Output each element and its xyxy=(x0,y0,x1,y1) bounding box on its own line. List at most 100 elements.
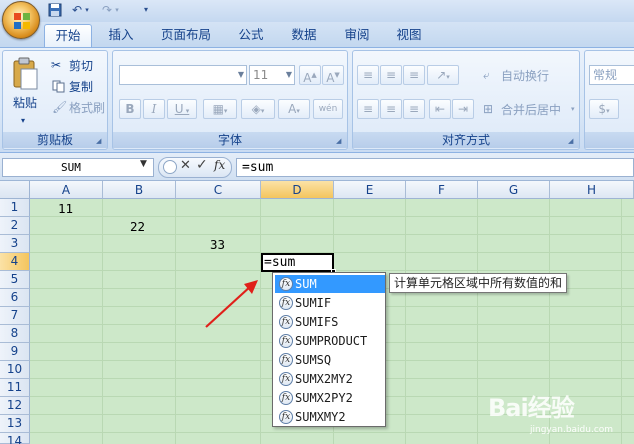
align-middle-icon[interactable]: ≡ xyxy=(380,65,402,85)
row-header[interactable]: 2 xyxy=(0,217,30,235)
row-header[interactable]: 7 xyxy=(0,307,30,325)
formula-input[interactable]: =sum xyxy=(236,158,634,177)
row-header[interactable]: 11 xyxy=(0,379,30,397)
paste-icon[interactable] xyxy=(11,57,39,91)
currency-icon[interactable]: $▾ xyxy=(589,99,619,119)
tab-data[interactable]: 数据 xyxy=(280,24,328,48)
enter-icon[interactable]: ✓ xyxy=(196,157,208,173)
select-all-corner[interactable] xyxy=(0,181,30,199)
align-center-icon[interactable]: ≡ xyxy=(380,99,402,119)
tab-review[interactable]: 审阅 xyxy=(334,24,380,48)
autocomplete-item-sumx2my2[interactable]: fx SUMX2MY2 xyxy=(275,370,385,388)
clipboard-group-label: 剪贴板 xyxy=(3,132,107,148)
alignment-group: ≡ ≡ ≡ ↗▾ ≡ ≡ ≡ ⇤ ⇥ ⤶ 自动换行 ⊞ 合并后居中 ▾ 对齐方式… xyxy=(352,50,580,150)
align-top-icon[interactable]: ≡ xyxy=(357,65,379,85)
gridline xyxy=(30,216,634,217)
merge-center-button[interactable]: ⊞ 合并后居中 ▾ xyxy=(483,101,579,119)
active-cell-d4[interactable]: =sum xyxy=(261,253,336,274)
row-header[interactable]: 6 xyxy=(0,289,30,307)
row-header[interactable]: 5 xyxy=(0,271,30,289)
paste-dropdown-icon[interactable]: ▾ xyxy=(21,113,25,129)
column-header-g[interactable]: G xyxy=(478,181,550,199)
align-left-icon[interactable]: ≡ xyxy=(357,99,379,119)
chevron-down-icon: ▼ xyxy=(285,70,292,79)
function-icon: fx xyxy=(279,296,293,310)
annotation-arrow-icon xyxy=(205,280,258,328)
paste-button[interactable]: 粘贴 xyxy=(13,95,37,111)
cell-a1[interactable]: 11 xyxy=(58,200,76,218)
column-header-b[interactable]: B xyxy=(103,181,176,199)
office-button[interactable] xyxy=(2,1,40,39)
column-header-f[interactable]: F xyxy=(406,181,478,199)
column-header-a[interactable]: A xyxy=(30,181,103,199)
cancel-icon[interactable]: ✕ xyxy=(180,158,191,173)
function-autocomplete-list: fx SUM fx SUMIF fx SUMIFS fx SUMPRODUCT fx SU… xyxy=(272,272,386,427)
increase-font-icon[interactable]: A▲ xyxy=(299,65,321,85)
phonetic-icon[interactable]: wén xyxy=(313,99,343,119)
alignment-dialog-launcher-icon[interactable]: ◢ xyxy=(568,137,576,145)
autocomplete-item-label: SUMPRODUCT xyxy=(295,334,368,348)
number-format-combo[interactable]: 常规 xyxy=(589,65,634,85)
cell-b2[interactable]: 22 xyxy=(130,218,150,236)
row-header[interactable]: 3 xyxy=(0,235,30,253)
align-bottom-icon[interactable]: ≡ xyxy=(403,65,425,85)
copy-button[interactable]: 复制 xyxy=(49,78,105,96)
autocomplete-item-sumx2py2[interactable]: fx SUMX2PY2 xyxy=(275,389,385,407)
undo-dropdown-icon[interactable]: ▾ xyxy=(82,2,92,18)
increase-indent-icon[interactable]: ⇥ xyxy=(452,99,474,119)
row-header[interactable]: 9 xyxy=(0,343,30,361)
decrease-indent-icon[interactable]: ⇤ xyxy=(429,99,451,119)
clipboard-dialog-launcher-icon[interactable]: ◢ xyxy=(96,137,104,145)
column-header-e[interactable]: E xyxy=(334,181,406,199)
autocomplete-item-sum[interactable]: fx SUM xyxy=(275,275,385,293)
tab-insert[interactable]: 插入 xyxy=(98,24,144,48)
name-box[interactable]: SUM xyxy=(2,158,154,177)
name-box-dropdown-icon[interactable]: ▼ xyxy=(140,159,147,169)
cell-c3[interactable]: 33 xyxy=(210,236,230,254)
tab-view[interactable]: 视图 xyxy=(386,24,432,48)
autocomplete-item-sumproduct[interactable]: fx SUMPRODUCT xyxy=(275,332,385,350)
column-header-h[interactable]: H xyxy=(550,181,634,199)
column-header-c[interactable]: C xyxy=(176,181,261,199)
autocomplete-item-sumif[interactable]: fx SUMIF xyxy=(275,294,385,312)
borders-icon[interactable]: ▦▾ xyxy=(203,99,237,119)
tab-home[interactable]: 开始 xyxy=(44,24,92,48)
redo-dropdown-icon[interactable]: ▾ xyxy=(112,2,122,18)
tab-formulas[interactable]: 公式 xyxy=(228,24,274,48)
fill-color-icon[interactable]: ◈▾ xyxy=(241,99,275,119)
save-icon[interactable] xyxy=(46,2,64,18)
decrease-font-icon[interactable]: A▼ xyxy=(322,65,344,85)
orientation-icon[interactable]: ↗▾ xyxy=(427,65,459,85)
align-right-icon[interactable]: ≡ xyxy=(403,99,425,119)
font-size-combo[interactable]: 11 ▼ xyxy=(249,65,295,85)
formula-bar-expand-icon[interactable] xyxy=(163,160,177,174)
customize-toolbar-icon[interactable]: ▾ xyxy=(140,2,152,18)
autocomplete-item-sumxmy2[interactable]: fx SUMXMY2 xyxy=(275,408,385,426)
font-color-icon[interactable]: A▾ xyxy=(278,99,310,119)
autocomplete-item-label: SUMSQ xyxy=(295,353,332,367)
row-header[interactable]: 12 xyxy=(0,397,30,415)
underline-button[interactable]: U ▾ xyxy=(167,99,197,119)
number-group: 常规 $▾ xyxy=(584,50,634,150)
row-header[interactable]: 10 xyxy=(0,361,30,379)
tab-page-layout[interactable]: 页面布局 xyxy=(150,24,222,48)
format-painter-button[interactable]: 🖌 格式刷 xyxy=(49,99,107,117)
autocomplete-item-label: SUMXMY2 xyxy=(295,410,346,424)
font-name-combo[interactable]: ▼ xyxy=(119,65,247,85)
row-header[interactable]: 13 xyxy=(0,415,30,433)
row-header[interactable]: 4 xyxy=(0,253,30,271)
function-icon: fx xyxy=(279,372,293,386)
insert-function-button[interactable]: fx xyxy=(214,158,225,172)
italic-button[interactable]: I xyxy=(143,99,165,119)
row-header[interactable]: 8 xyxy=(0,325,30,343)
bold-button[interactable]: B xyxy=(119,99,141,119)
row-header[interactable]: 1 xyxy=(0,199,30,217)
wrap-text-button[interactable]: ⤶ 自动换行 xyxy=(483,67,579,85)
font-dialog-launcher-icon[interactable]: ◢ xyxy=(336,137,344,145)
column-header-d[interactable]: D xyxy=(261,181,334,199)
row-header[interactable]: 14 xyxy=(0,433,30,444)
autocomplete-item-sumsq[interactable]: fx SUMSQ xyxy=(275,351,385,369)
autocomplete-item-sumifs[interactable]: fx SUMIFS xyxy=(275,313,385,331)
function-icon: fx xyxy=(279,391,293,405)
cut-button[interactable]: ✂ 剪切 xyxy=(49,57,105,75)
